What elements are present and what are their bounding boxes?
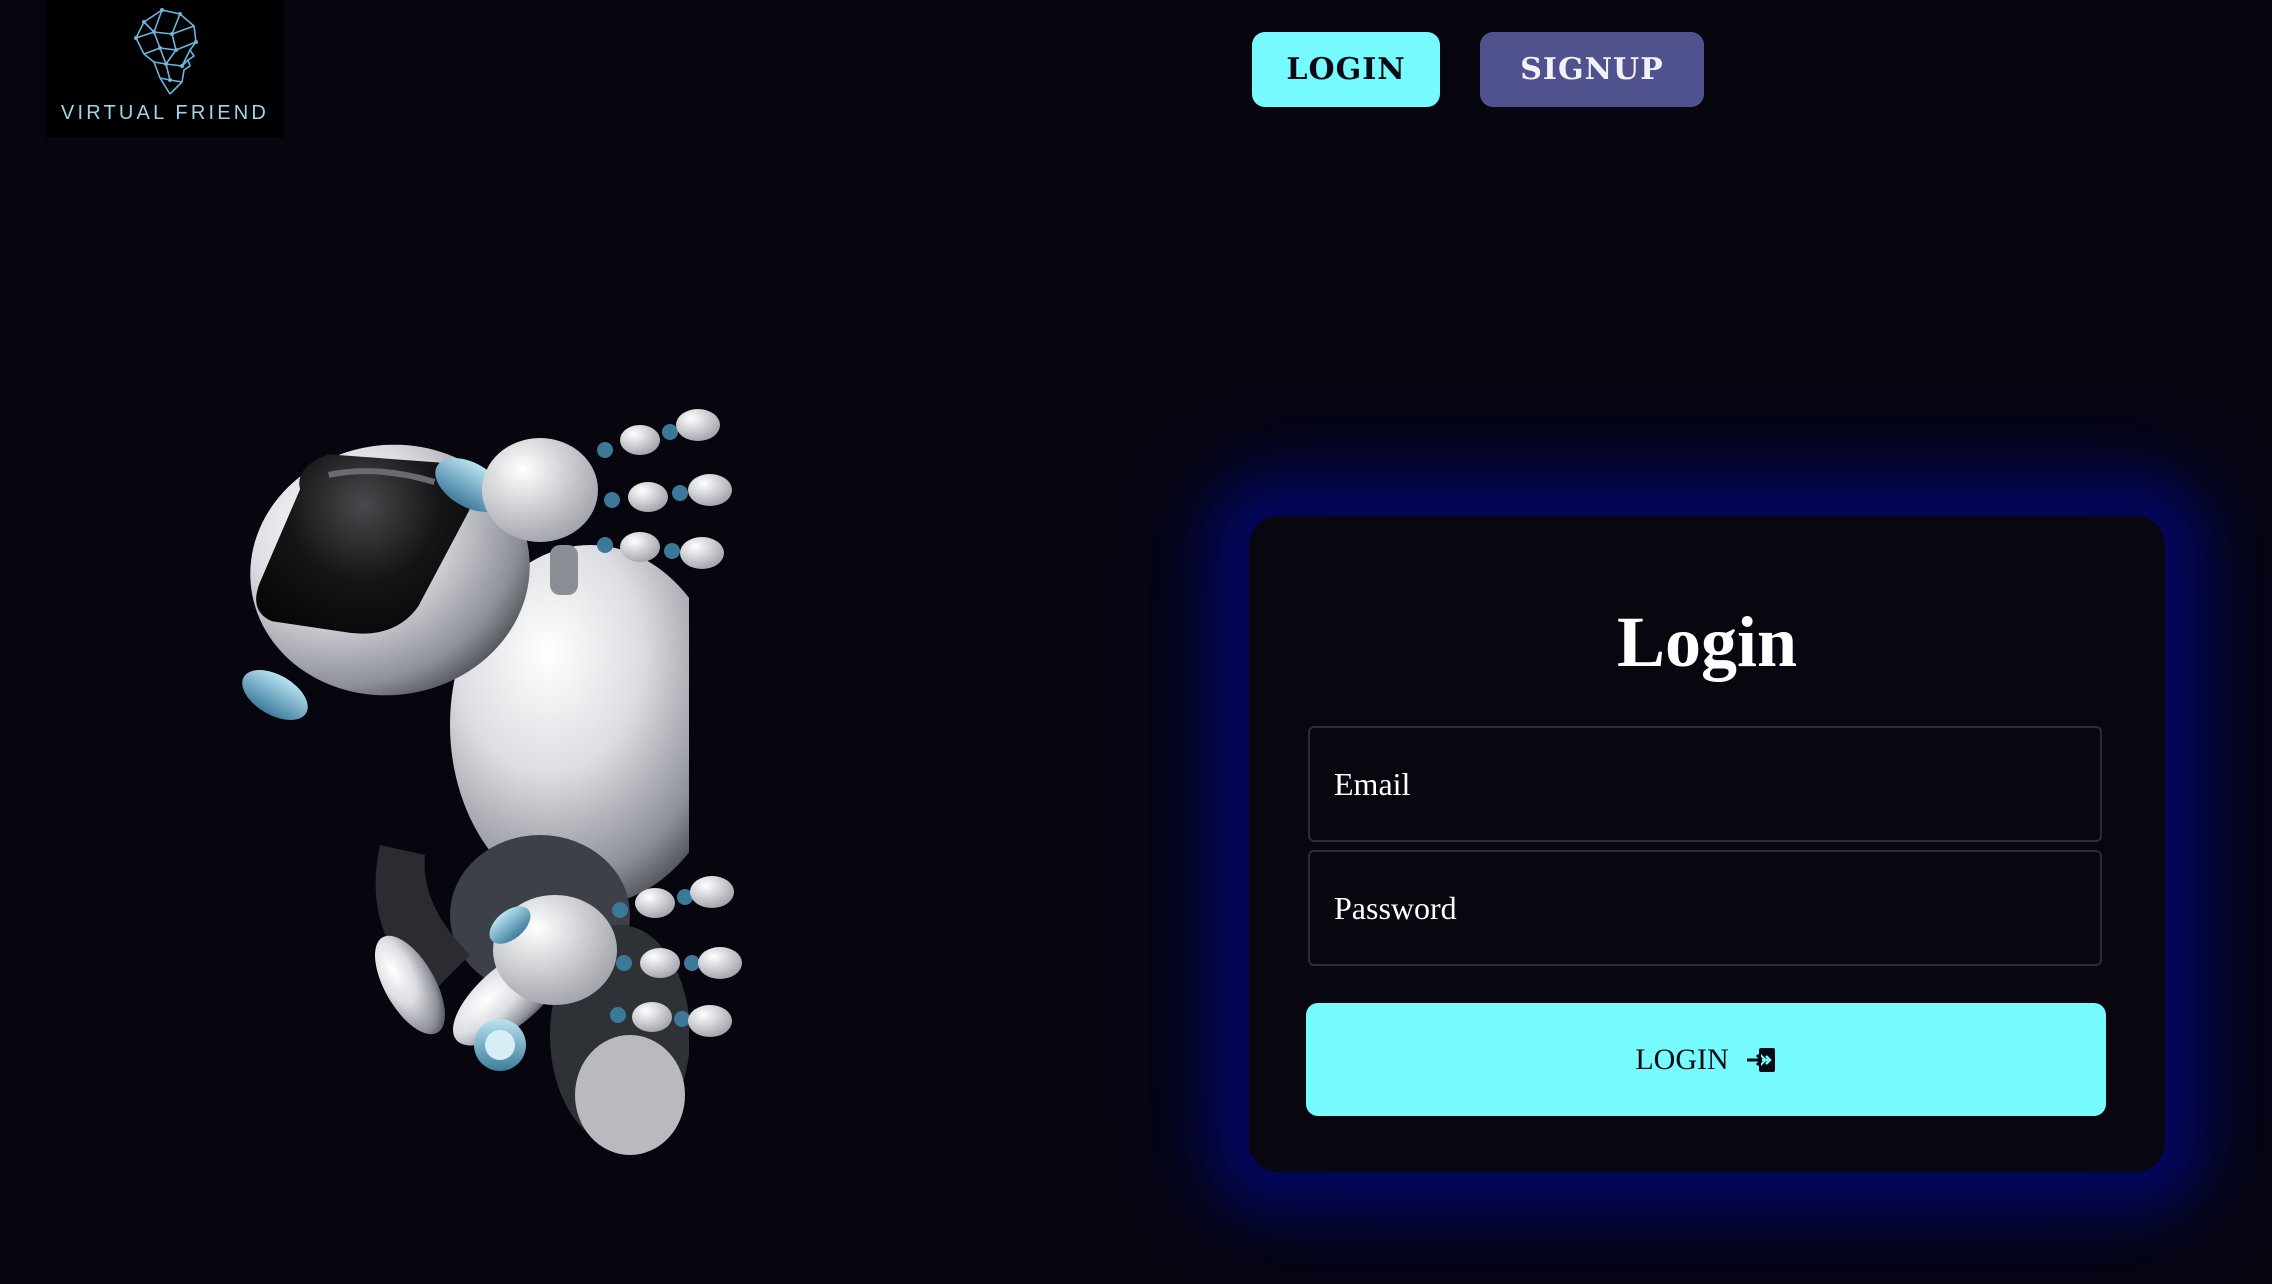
polygon-head-icon [134,8,198,95]
login-title: Login [1616,602,1798,682]
nav-login-button[interactable]: LOGIN [1252,32,1440,107]
password-field[interactable] [1308,850,2102,966]
email-field[interactable] [1308,726,2102,842]
login-submit-button[interactable]: LOGIN [1306,1003,2106,1116]
login-card: Login LOGIN [1249,516,2165,1172]
login-submit-label: LOGIN [1635,1042,1729,1076]
login-page: VIRTUAL FRIEND LOGIN SIGNUP Login Email … [0,0,2272,1284]
sign-in-icon [1746,1047,1775,1072]
brand-name: VIRTUAL FRIEND [60,102,270,124]
nav-signup-button[interactable]: SIGNUP [1480,32,1704,107]
brand-logo[interactable]: VIRTUAL FRIEND [46,0,284,138]
robot-peeking-illustration [242,409,742,1155]
